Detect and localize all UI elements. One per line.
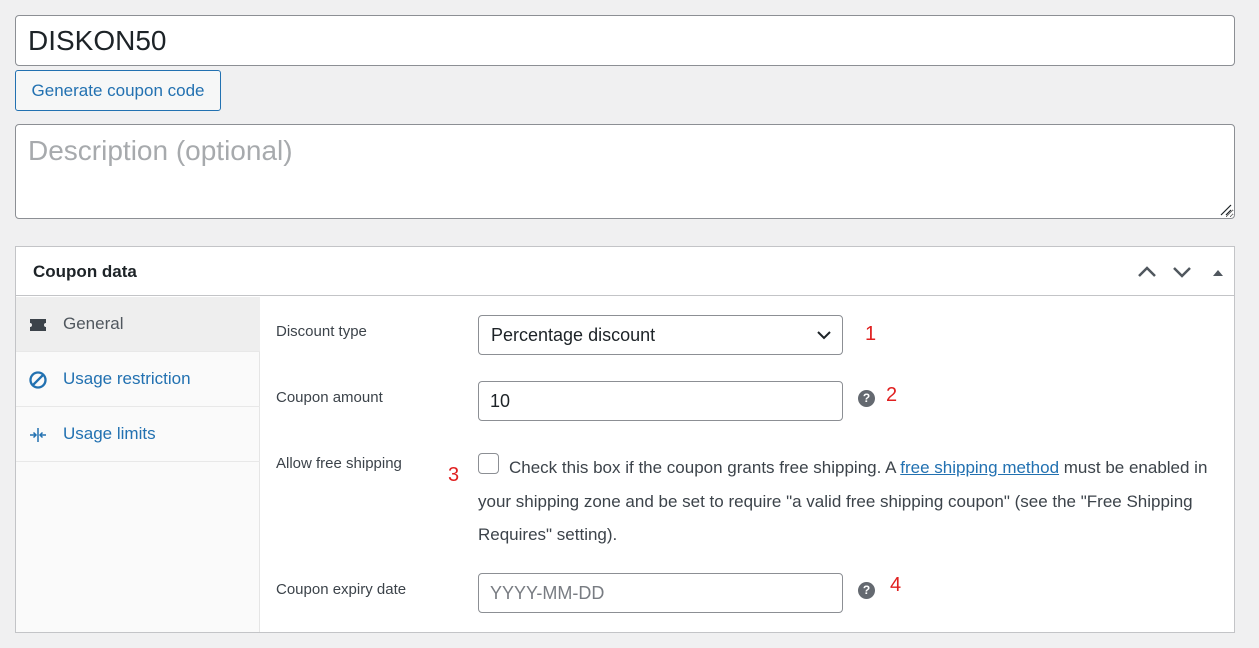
panel-header: Coupon data <box>16 247 1234 296</box>
ticket-icon <box>30 319 46 331</box>
help-icon[interactable]: ? <box>858 390 875 407</box>
free-shipping-description: Check this box if the coupon grants free… <box>478 451 1208 552</box>
tab-general[interactable]: General <box>16 297 260 352</box>
coupon-code-input[interactable] <box>15 15 1235 66</box>
arrows-in-icon <box>30 428 46 442</box>
move-down-icon[interactable] <box>1170 260 1194 284</box>
generate-coupon-button[interactable]: Generate coupon code <box>15 70 221 111</box>
annotation-marker: 2 <box>886 384 898 406</box>
free-shipping-label: Allow free shipping <box>276 455 402 472</box>
expiry-date-input[interactable] <box>478 573 843 613</box>
annotation-marker: 1 <box>865 323 877 345</box>
free-shipping-text-before: Check this box if the coupon grants free… <box>509 458 901 477</box>
tab-label: Usage limits <box>63 424 156 443</box>
resize-handle-icon[interactable] <box>1219 203 1232 216</box>
tab-usage-limits[interactable]: Usage limits <box>16 407 260 462</box>
tab-label: General <box>63 314 124 333</box>
coupon-amount-input[interactable] <box>478 381 843 421</box>
collapse-icon[interactable] <box>1206 260 1230 284</box>
tab-label: Usage restriction <box>63 369 191 388</box>
annotation-marker: 3 <box>448 464 460 486</box>
description-field[interactable] <box>15 124 1235 219</box>
chevron-down-icon <box>817 331 831 340</box>
free-shipping-method-link[interactable]: free shipping method <box>900 458 1059 477</box>
coupon-tabs-sidebar: General Usage restriction Usage limits <box>16 297 260 632</box>
discount-type-label: Discount type <box>276 323 367 340</box>
tab-usage-restriction[interactable]: Usage restriction <box>16 352 260 407</box>
move-up-icon[interactable] <box>1135 260 1159 284</box>
expiry-date-label: Coupon expiry date <box>276 581 407 598</box>
coupon-amount-label: Coupon amount <box>276 389 383 406</box>
discount-type-value: Percentage discount <box>491 325 656 345</box>
discount-type-select[interactable]: Percentage discount <box>478 315 843 355</box>
block-icon <box>29 371 47 389</box>
panel-title: Coupon data <box>33 262 137 281</box>
annotation-marker: 4 <box>890 574 902 596</box>
help-icon[interactable]: ? <box>858 582 875 599</box>
